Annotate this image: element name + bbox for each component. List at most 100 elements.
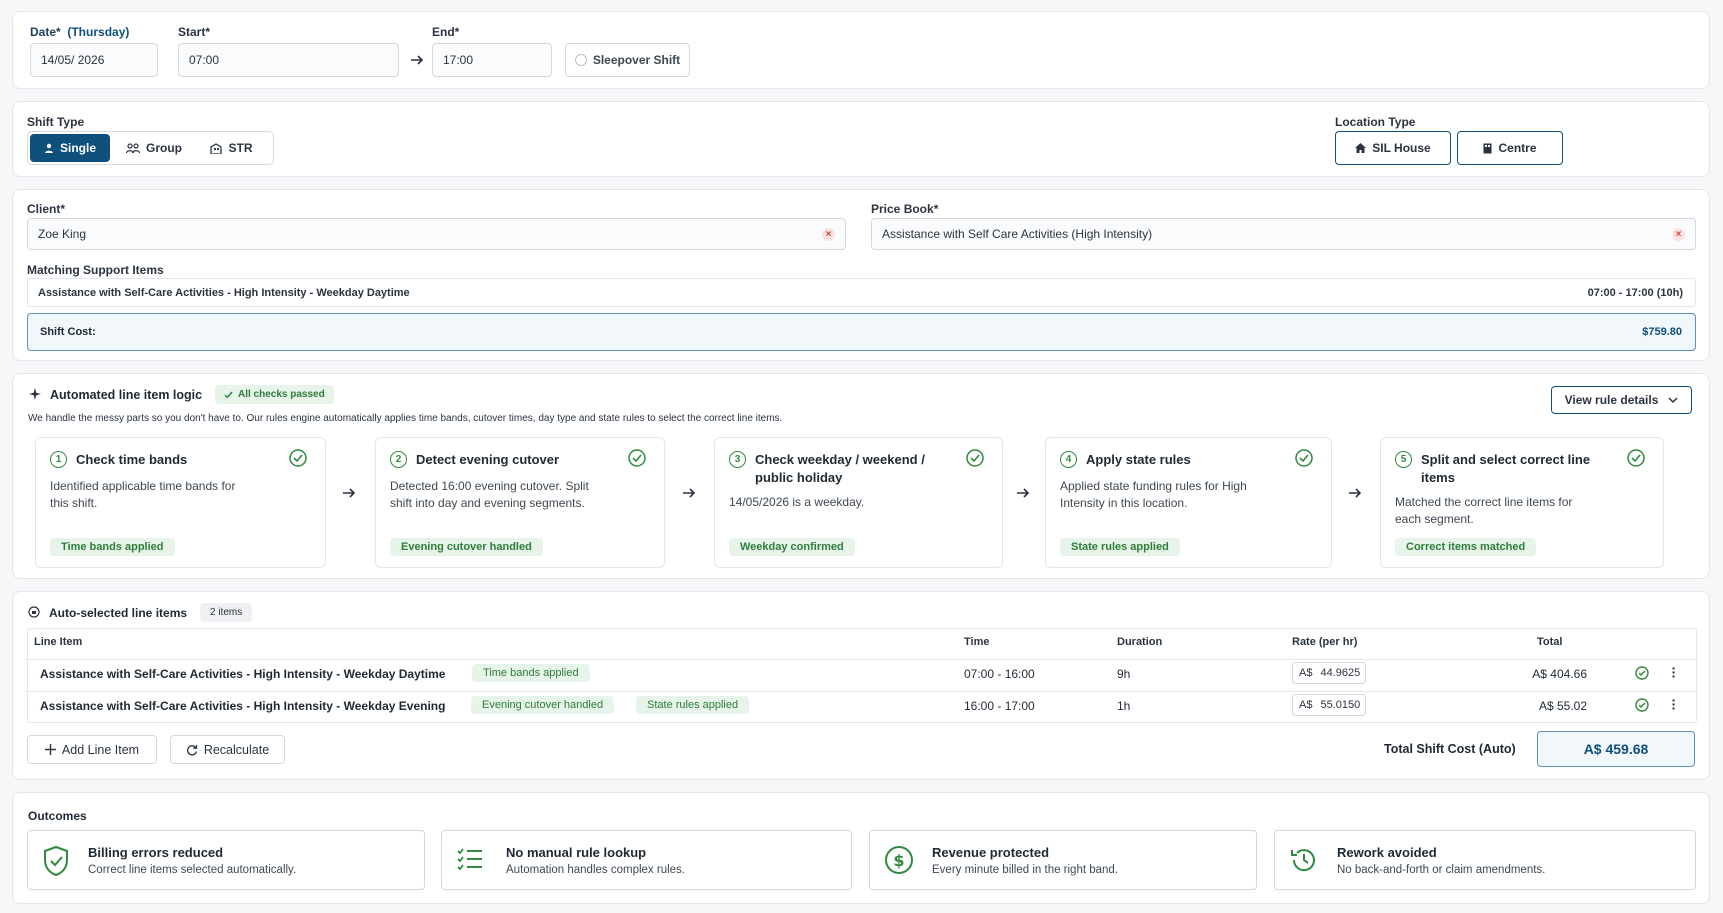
client-input[interactable]: Zoe King × — [27, 218, 846, 250]
logic-step-4: 4 Apply state rules Applied state fundin… — [1045, 437, 1332, 568]
step-title: Check weekday / weekend / public holiday — [755, 452, 925, 485]
clear-icon[interactable]: × — [822, 228, 835, 241]
building-icon — [209, 142, 222, 154]
price-book-value: Assistance with Self Care Activities (Hi… — [882, 227, 1153, 241]
step-number: 2 — [390, 451, 407, 468]
str-label: STR — [228, 141, 253, 155]
step-status-pill: Correct items matched — [1395, 538, 1537, 556]
view-rule-details-button[interactable]: View rule details — [1551, 386, 1692, 414]
outcome-billing-errors: Billing errors reduced Correct line item… — [27, 830, 425, 890]
shift-type-str-button[interactable]: STR — [196, 134, 266, 162]
outcome-title: Rework avoided — [1337, 845, 1437, 860]
column-header-time: Time — [964, 636, 990, 648]
location-centre-button[interactable]: Centre — [1457, 131, 1563, 165]
datetime-card: Date* (Thursday) 14/05/ 2026 Start* 07:0… — [12, 11, 1710, 89]
radio-icon — [574, 54, 587, 66]
matching-item-name: Assistance with Self-Care Activities - H… — [38, 287, 410, 299]
logic-step-3: 3 Check weekday / weekend / public holid… — [714, 437, 1003, 568]
plus-icon — [44, 744, 56, 755]
more-options-icon[interactable]: · · · — [1671, 661, 1677, 683]
shift-cost-value: $759.80 — [1642, 326, 1682, 338]
step-status-pill: Time bands applied — [50, 538, 175, 556]
logic-step-2: 2 Detect evening cutover Detected 16:00 … — [375, 437, 665, 568]
line-items-count-badge: 2 items — [200, 603, 253, 622]
rate-input[interactable]: A$ 44.9625 — [1292, 662, 1366, 684]
arrow-right-icon — [683, 488, 696, 498]
line-item-tag: Evening cutover handled — [471, 696, 615, 714]
client-card: Client* Zoe King × Price Book* Assistanc… — [12, 189, 1710, 361]
line-item-duration: 9h — [1117, 667, 1131, 681]
step-status-pill: Evening cutover handled — [390, 538, 543, 556]
arrow-right-icon — [1349, 488, 1362, 498]
step-status-pill: Weekday confirmed — [729, 538, 855, 556]
dollar-circle-icon: $ — [885, 846, 913, 874]
column-header-line-item: Line Item — [34, 636, 83, 648]
group-icon — [126, 143, 140, 153]
all-checks-badge: All checks passed — [215, 385, 334, 404]
check-circle-icon — [966, 449, 984, 467]
more-options-icon[interactable]: · · · — [1671, 693, 1677, 715]
step-title: Detect evening cutover — [416, 452, 560, 467]
date-label: Date* (Thursday) — [30, 25, 130, 39]
logic-step-5: 5 Split and select correct line items Ma… — [1380, 437, 1664, 568]
step-description: Matched the correct line items for each … — [1395, 495, 1573, 526]
outcome-title: No manual rule lookup — [506, 845, 647, 860]
line-item-time: 07:00 - 16:00 — [964, 667, 1035, 681]
outcome-description: Every minute billed in the right band. — [932, 864, 1119, 876]
add-line-item-label: Add Line Item — [61, 742, 140, 757]
recalculate-button[interactable]: Recalculate — [170, 735, 285, 764]
shift-type-single-button[interactable]: Single — [30, 134, 110, 162]
home-icon — [1355, 143, 1367, 153]
price-book-input[interactable]: Assistance with Self Care Activities (Hi… — [871, 218, 1696, 250]
chevron-down-icon — [1668, 397, 1678, 403]
check-circle-icon — [1635, 698, 1649, 712]
line-item-time: 16:00 - 17:00 — [964, 699, 1035, 713]
column-header-total: Total — [1537, 636, 1563, 648]
arrow-right-icon — [1017, 488, 1030, 498]
start-label: Start* — [178, 25, 211, 39]
shift-cost-row: Shift Cost: $759.80 — [27, 313, 1696, 351]
location-sil-house-button[interactable]: SIL House — [1335, 131, 1451, 165]
shift-type-label: Shift Type — [27, 115, 85, 129]
shift-type-card: Shift Type Single Group STR Location Typ… — [12, 101, 1710, 177]
start-time-input[interactable]: 07:00 — [178, 43, 399, 77]
history-icon — [1291, 849, 1315, 872]
step-description: 14/05/2026 is a weekday. — [729, 495, 865, 509]
step-number: 4 — [1060, 451, 1077, 468]
person-icon — [44, 143, 53, 153]
rate-input[interactable]: A$ 55.0150 — [1292, 694, 1366, 716]
line-item-tag: State rules applied — [636, 696, 750, 714]
date-input[interactable]: 14/05/ 2026 — [30, 43, 158, 77]
end-label: End* — [432, 25, 460, 39]
table-divider — [28, 691, 1696, 692]
shift-type-segmented: Single Group STR — [27, 131, 274, 165]
line-item-total: A$ 55.02 — [1538, 699, 1587, 713]
step-number: 3 — [729, 451, 746, 468]
rate-value: 44.9625 — [1320, 667, 1361, 679]
clear-icon[interactable]: × — [1672, 228, 1685, 241]
step-title: Check time bands — [76, 452, 188, 467]
outcome-description: No back-and-forth or claim amendments. — [1337, 864, 1546, 876]
check-circle-icon — [628, 449, 646, 467]
step-title: Apply state rules — [1086, 452, 1191, 467]
client-label: Client* — [27, 202, 66, 216]
sleepover-shift-toggle[interactable]: Sleepover Shift — [565, 43, 690, 77]
shift-type-group-button[interactable]: Group — [114, 134, 194, 162]
line-item-total: A$ 404.66 — [1532, 667, 1587, 681]
refresh-icon — [186, 744, 197, 755]
line-item-name: Assistance with Self-Care Activities - H… — [40, 699, 446, 713]
currency-label: A$ — [1299, 667, 1313, 679]
line-item-duration: 1h — [1117, 699, 1131, 713]
check-circle-icon — [289, 449, 307, 467]
check-circle-icon — [1635, 666, 1649, 680]
list-check-icon — [457, 848, 482, 871]
outcome-no-manual-lookup: No manual rule lookup Automation handles… — [441, 830, 852, 890]
end-time-input[interactable]: 17:00 — [432, 43, 552, 77]
centre-label: Centre — [1498, 141, 1537, 155]
lock-icon — [28, 606, 40, 618]
price-book-label: Price Book* — [871, 202, 939, 216]
outcome-title: Revenue protected — [932, 845, 1050, 860]
svg-text:$: $ — [893, 851, 904, 870]
logic-title: Automated line item logic — [50, 388, 203, 402]
add-line-item-button[interactable]: Add Line Item — [27, 735, 157, 764]
